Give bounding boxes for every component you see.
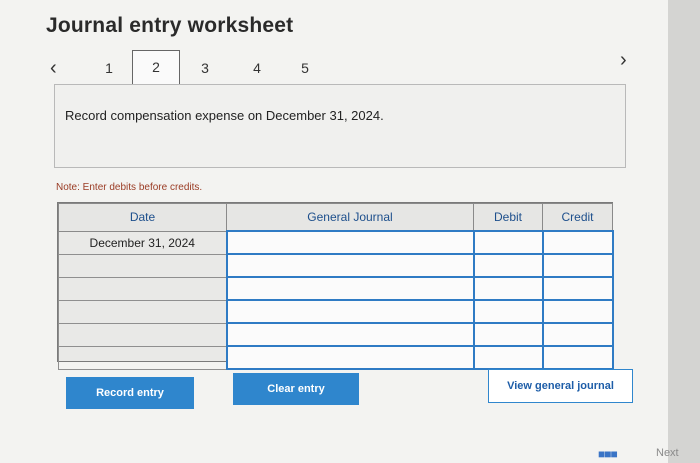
date-cell	[58, 322, 227, 347]
credit-input[interactable]	[541, 299, 614, 324]
account-input[interactable]	[225, 299, 475, 324]
tab-step-3[interactable]: 3	[182, 54, 228, 82]
debit-input[interactable]	[472, 322, 544, 347]
debit-input[interactable]	[472, 299, 544, 324]
right-margin	[668, 0, 700, 463]
table-row	[58, 276, 614, 301]
chevron-right-icon[interactable]: ›	[620, 50, 627, 70]
credit-input[interactable]	[541, 230, 614, 255]
worksheet-panel: Journal entry worksheet ‹ 1 2 3 4 5 › Re…	[0, 0, 668, 463]
record-entry-button[interactable]: Record entry	[66, 377, 194, 409]
debit-input[interactable]	[472, 276, 544, 301]
account-input[interactable]	[225, 276, 475, 301]
table-row	[58, 253, 614, 278]
date-cell	[58, 276, 227, 301]
note-text: Note: Enter debits before credits.	[56, 182, 203, 193]
table-row: December 31, 2024	[58, 230, 614, 255]
view-general-journal-button[interactable]: View general journal	[488, 369, 633, 403]
debit-input[interactable]	[472, 230, 544, 255]
grid-icon[interactable]: ■■■	[598, 447, 618, 461]
column-header-date: Date	[58, 203, 227, 232]
tab-step-5[interactable]: 5	[282, 54, 328, 82]
account-input[interactable]	[225, 253, 475, 278]
journal-table: Date General Journal Debit Credit Decemb…	[57, 202, 614, 370]
tab-step-2[interactable]: 2	[132, 50, 180, 86]
table-row	[58, 299, 614, 324]
table-row	[58, 322, 614, 347]
tab-step-1[interactable]: 1	[86, 54, 132, 82]
account-input[interactable]	[225, 322, 475, 347]
column-header-debit: Debit	[473, 203, 543, 232]
credit-input[interactable]	[541, 322, 614, 347]
date-cell: December 31, 2024	[58, 230, 227, 255]
account-input[interactable]	[225, 230, 475, 255]
credit-input[interactable]	[541, 253, 614, 278]
chevron-left-icon[interactable]: ‹	[50, 58, 57, 78]
instruction-box: Record compensation expense on December …	[54, 84, 626, 168]
date-cell	[58, 253, 227, 278]
date-cell	[58, 299, 227, 324]
instruction-text: Record compensation expense on December …	[65, 108, 384, 123]
date-cell	[58, 345, 227, 370]
column-header-credit: Credit	[542, 203, 613, 232]
page-title: Journal entry worksheet	[46, 14, 294, 37]
account-input[interactable]	[225, 345, 475, 370]
credit-input[interactable]	[541, 276, 614, 301]
debit-input[interactable]	[472, 253, 544, 278]
tab-step-4[interactable]: 4	[234, 54, 280, 82]
debit-input[interactable]	[472, 345, 544, 370]
next-link[interactable]: Next	[656, 447, 679, 459]
credit-input[interactable]	[541, 345, 614, 370]
table-row	[58, 345, 614, 370]
column-header-general-journal: General Journal	[226, 203, 474, 232]
clear-entry-button[interactable]: Clear entry	[233, 373, 359, 405]
